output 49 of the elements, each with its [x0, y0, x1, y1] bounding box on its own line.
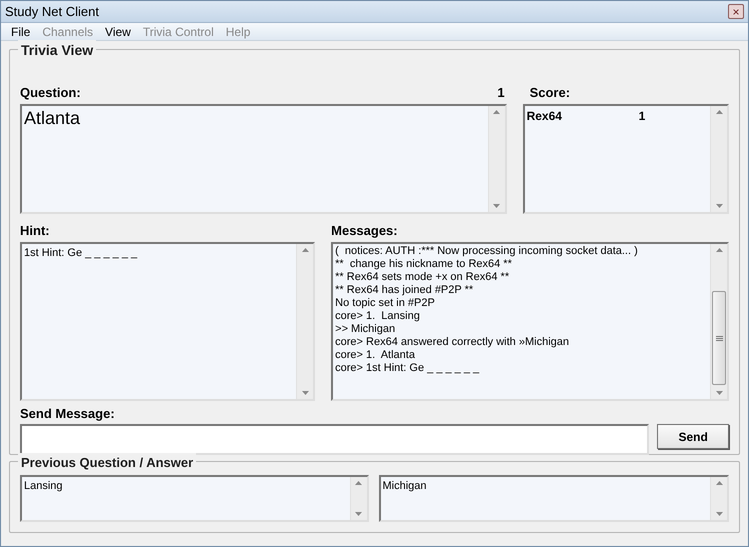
- message-line: core> 1. Atlanta: [335, 349, 416, 362]
- message-input-field[interactable]: [20, 424, 650, 455]
- message-line: core> 1. Lansing: [335, 310, 421, 323]
- close-button[interactable]: ×: [728, 4, 744, 19]
- scroll-up-icon[interactable]: [716, 248, 722, 252]
- scroll-down-icon[interactable]: [716, 391, 722, 395]
- message-line: core> 1st Hint: Ge _ _ _ _ _ _: [335, 362, 480, 375]
- previous-question-text: Lansing: [24, 479, 64, 494]
- scroll-up-icon[interactable]: [716, 481, 722, 485]
- grip-icon: [716, 336, 722, 340]
- message-line: ** Rex64 sets mode +x on Rex64 **: [335, 271, 510, 284]
- message-line: ** Rex64 has joined #P2P **: [335, 284, 474, 297]
- scroll-down-icon[interactable]: [302, 391, 309, 395]
- scroll-down-icon[interactable]: [493, 204, 500, 208]
- message-line: core> Rex64 answered correctly with »Michigan: [335, 336, 570, 349]
- question-number: 1: [497, 84, 505, 102]
- scroll-bar[interactable]: [710, 477, 727, 520]
- scroll-up-icon[interactable]: [493, 110, 500, 114]
- question-label: Question:: [20, 84, 81, 102]
- send-button[interactable]: Send: [657, 424, 729, 449]
- scroll-down-icon[interactable]: [716, 204, 722, 208]
- scroll-up-icon[interactable]: [302, 248, 309, 252]
- message-line: >> Michigan: [335, 323, 396, 336]
- scroll-thumb[interactable]: [712, 291, 726, 385]
- scroll-bar[interactable]: [296, 244, 314, 399]
- menu-item[interactable]: View: [99, 22, 137, 40]
- scroll-down-icon[interactable]: [355, 512, 362, 516]
- message-line: No topic set in #P2P: [335, 297, 436, 310]
- messages-label: Messages:: [331, 222, 398, 240]
- scroll-up-icon[interactable]: [716, 110, 722, 114]
- scroll-bar[interactable]: [488, 106, 505, 212]
- score-label: Score:: [530, 84, 570, 102]
- player-name: Rex64: [526, 108, 563, 125]
- group-title: Previous Question / Answer: [18, 453, 196, 472]
- scroll-bar[interactable]: [350, 477, 366, 520]
- window-title: Study Net Client: [5, 2, 99, 21]
- send-message-label: Send Message:: [20, 404, 115, 423]
- scroll-up-icon[interactable]: [355, 481, 362, 485]
- message-line: ( notices: AUTH :*** Now processing incoming socket data... ): [335, 245, 639, 258]
- player-score: 1: [638, 108, 646, 125]
- previous-answer-text: Michigan: [382, 479, 428, 494]
- scroll-bar[interactable]: [710, 106, 727, 212]
- question-text: Atlanta: [24, 107, 82, 129]
- message-line: ** change his nickname to Rex64 **: [335, 258, 513, 271]
- hint-text: 1st Hint: Ge _ _ _ _ _ _: [24, 246, 138, 261]
- hint-label: Hint:: [20, 222, 50, 240]
- scroll-bar[interactable]: [710, 244, 727, 399]
- scroll-down-icon[interactable]: [716, 512, 722, 516]
- menu-item[interactable]: File: [5, 22, 36, 40]
